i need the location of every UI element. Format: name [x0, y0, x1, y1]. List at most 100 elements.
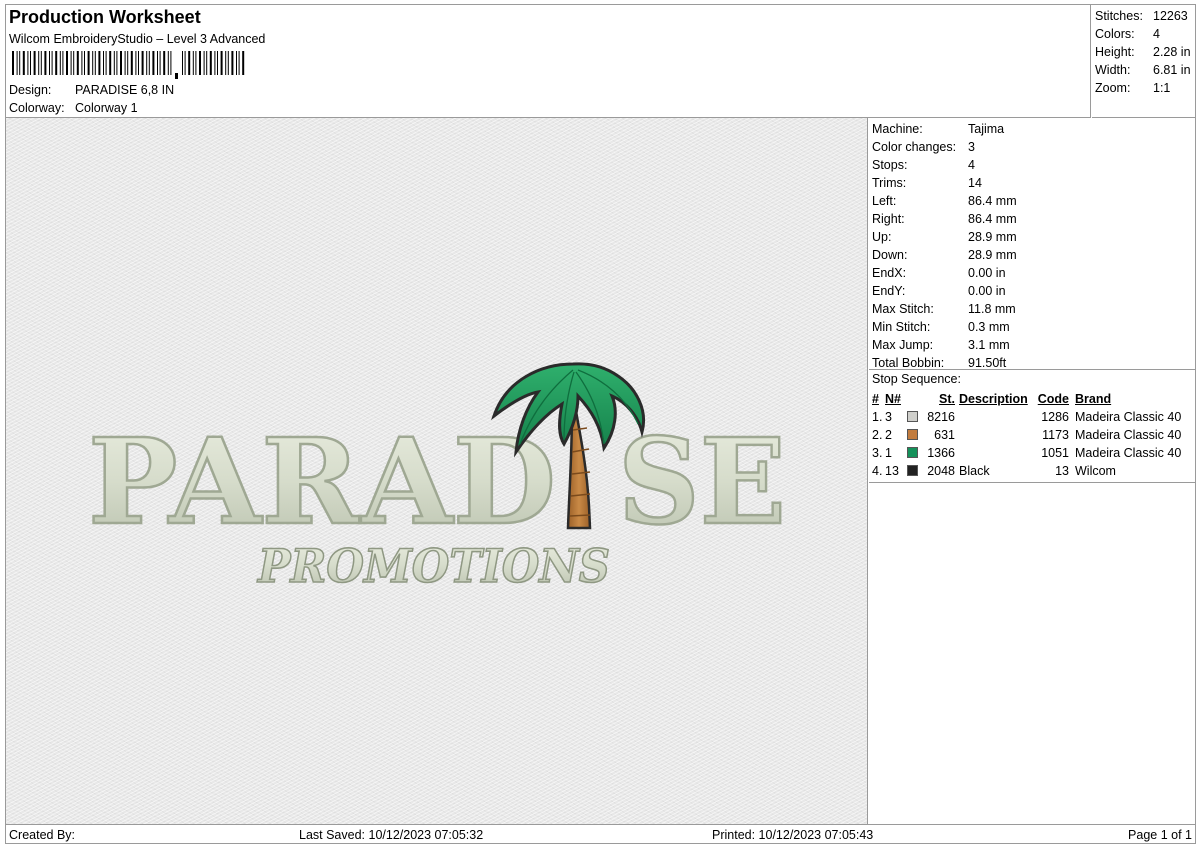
row-needle: 1	[885, 446, 892, 460]
col-num: #	[872, 392, 879, 406]
machine-info-row: EndX: 0.00 in	[869, 264, 1196, 282]
stop-sequence-table: # N# St. Description Code Brand 1. 3 8216 1…	[869, 390, 1181, 480]
stop-sequence-row: 3. 1 1366 1051 Madeira Classic 40	[869, 444, 1181, 462]
colorway-row: Colorway: Colorway 1	[9, 101, 138, 115]
row-num: 1.	[872, 410, 883, 424]
machine-info-label: Down:	[872, 248, 908, 262]
machine-info-label: Machine:	[872, 122, 923, 136]
machine-info-label: Max Stitch:	[872, 302, 934, 316]
row-brand: Madeira Classic 40	[1075, 410, 1182, 424]
col-code: Code	[1037, 392, 1069, 406]
summary-colors: Colors: 4	[1092, 25, 1196, 43]
worksheet-page: Production Worksheet Wilcom EmbroiderySt…	[5, 4, 1196, 844]
row-code: 13	[1055, 464, 1069, 478]
worksheet-header: Production Worksheet Wilcom EmbroiderySt…	[6, 5, 1091, 118]
machine-info-row: Color changes: 3	[869, 138, 1196, 156]
summary-width: Width: 6.81 in	[1092, 61, 1196, 79]
summary-label: Colors:	[1095, 27, 1135, 41]
row-description	[955, 408, 1037, 426]
summary-value: 6.81 in	[1153, 63, 1191, 77]
machine-panel: Machine: Tajima Color changes: 3 Stops: 4 Trim…	[869, 118, 1196, 824]
machine-info-row: Max Stitch: 11.8 mm	[869, 300, 1196, 318]
row-stitches: 2048	[927, 464, 955, 478]
machine-info-label: Min Stitch:	[872, 320, 931, 334]
col-brand: Brand	[1075, 392, 1112, 406]
summary-stats: Stitches: 12263 Colors: 4 Height: 2.28 in W…	[1092, 5, 1196, 118]
stop-sequence-row: 4. 13 2048 Black 13 Wilcom	[869, 462, 1181, 480]
design-label: Design:	[9, 83, 52, 97]
machine-info-value: Tajima	[968, 122, 1005, 136]
row-description	[955, 444, 1037, 462]
row-brand: Madeira Classic 40	[1075, 428, 1182, 442]
design-value: PARADISE 6,8 IN	[75, 83, 175, 97]
summary-value: 4	[1153, 27, 1160, 41]
row-needle: 3	[885, 410, 892, 424]
col-description: Description	[959, 392, 1028, 406]
summary-stitches: Stitches: 12263	[1092, 7, 1196, 25]
row-needle: 2	[885, 428, 892, 442]
row-needle: 13	[885, 464, 899, 478]
page-number: Page 1 of 1	[1128, 828, 1192, 842]
summary-height: Height: 2.28 in	[1092, 43, 1196, 61]
machine-info-value: 11.8 mm	[968, 302, 1016, 316]
page-title: Production Worksheet	[9, 7, 201, 27]
row-description: Black	[959, 464, 990, 478]
row-num: 2.	[872, 428, 883, 442]
machine-info-row: Min Stitch: 0.3 mm	[869, 318, 1196, 336]
row-code: 1173	[1042, 428, 1069, 442]
machine-info-value: 86.4 mm	[968, 212, 1017, 226]
machine-info-row: Max Jump: 3.1 mm	[869, 336, 1196, 354]
summary-zoom: Zoom: 1:1	[1092, 79, 1196, 97]
machine-info-row: Machine: Tajima	[869, 120, 1196, 138]
machine-info-row: Down: 28.9 mm	[869, 246, 1196, 264]
stop-sequence-row: 1. 3 8216 1286 Madeira Classic 40	[869, 408, 1181, 426]
table-header-row: # N# St. Description Code Brand	[869, 390, 1181, 408]
machine-info-value: 28.9 mm	[968, 248, 1017, 262]
summary-label: Height:	[1095, 45, 1135, 59]
row-description	[955, 426, 1037, 444]
stop-sequence-title: Stop Sequence:	[872, 372, 961, 386]
machine-info-value: 3.1 mm	[968, 338, 1010, 352]
machine-info-value: 28.9 mm	[968, 230, 1017, 244]
machine-info-value: 0.00 in	[968, 284, 1006, 298]
machine-info-label: Color changes:	[872, 140, 957, 154]
software-name: Wilcom EmbroideryStudio – Level 3 Advanc…	[9, 32, 266, 46]
machine-info-label: Max Jump:	[872, 338, 934, 352]
design-preview-canvas: PARAD SE PROMOTIONS	[6, 118, 868, 824]
worksheet-footer: Created By: Last Saved: 10/12/2023 07:05…	[6, 824, 1196, 844]
barcode	[12, 51, 245, 79]
color-swatch	[907, 447, 918, 458]
summary-value: 2.28 in	[1153, 45, 1191, 59]
color-swatch	[907, 411, 918, 422]
row-brand: Madeira Classic 40	[1075, 446, 1182, 460]
row-stitches: 1366	[927, 446, 955, 460]
col-n: N#	[885, 392, 901, 406]
summary-value: 12263	[1153, 9, 1188, 23]
machine-info-value: 86.4 mm	[968, 194, 1017, 208]
col-st: St.	[939, 392, 955, 406]
row-stitches: 631	[934, 428, 955, 442]
row-stitches: 8216	[927, 410, 955, 424]
machine-info-value: 14	[968, 176, 982, 190]
machine-info-row: EndY: 0.00 in	[869, 282, 1196, 300]
machine-info-label: Trims:	[872, 176, 907, 190]
design-sub-text: PROMOTIONS	[256, 539, 610, 593]
summary-label: Width:	[1095, 63, 1131, 77]
machine-info-value: 0.00 in	[968, 266, 1006, 280]
created-by: Created By:	[9, 828, 76, 842]
design-main-text: PARAD	[88, 412, 556, 551]
printed-date: Printed: 10/12/2023 07:05:43	[712, 828, 874, 842]
colorway-label: Colorway:	[9, 101, 65, 115]
machine-info-label: EndY:	[872, 284, 906, 298]
colorway-value: Colorway 1	[75, 101, 138, 115]
machine-info-value: 4	[968, 158, 975, 172]
machine-info-row: Left: 86.4 mm	[869, 192, 1196, 210]
machine-info-label: Up:	[872, 230, 892, 244]
machine-info-value: 3	[968, 140, 975, 154]
color-swatch	[907, 465, 918, 476]
stop-sequence: Stop Sequence: # N# St. Description Code…	[869, 369, 1196, 483]
row-brand: Wilcom	[1075, 464, 1116, 478]
row-code: 1286	[1041, 410, 1069, 424]
last-saved: Last Saved: 10/12/2023 07:05:32	[299, 828, 484, 842]
machine-info-label: Left:	[872, 194, 897, 208]
